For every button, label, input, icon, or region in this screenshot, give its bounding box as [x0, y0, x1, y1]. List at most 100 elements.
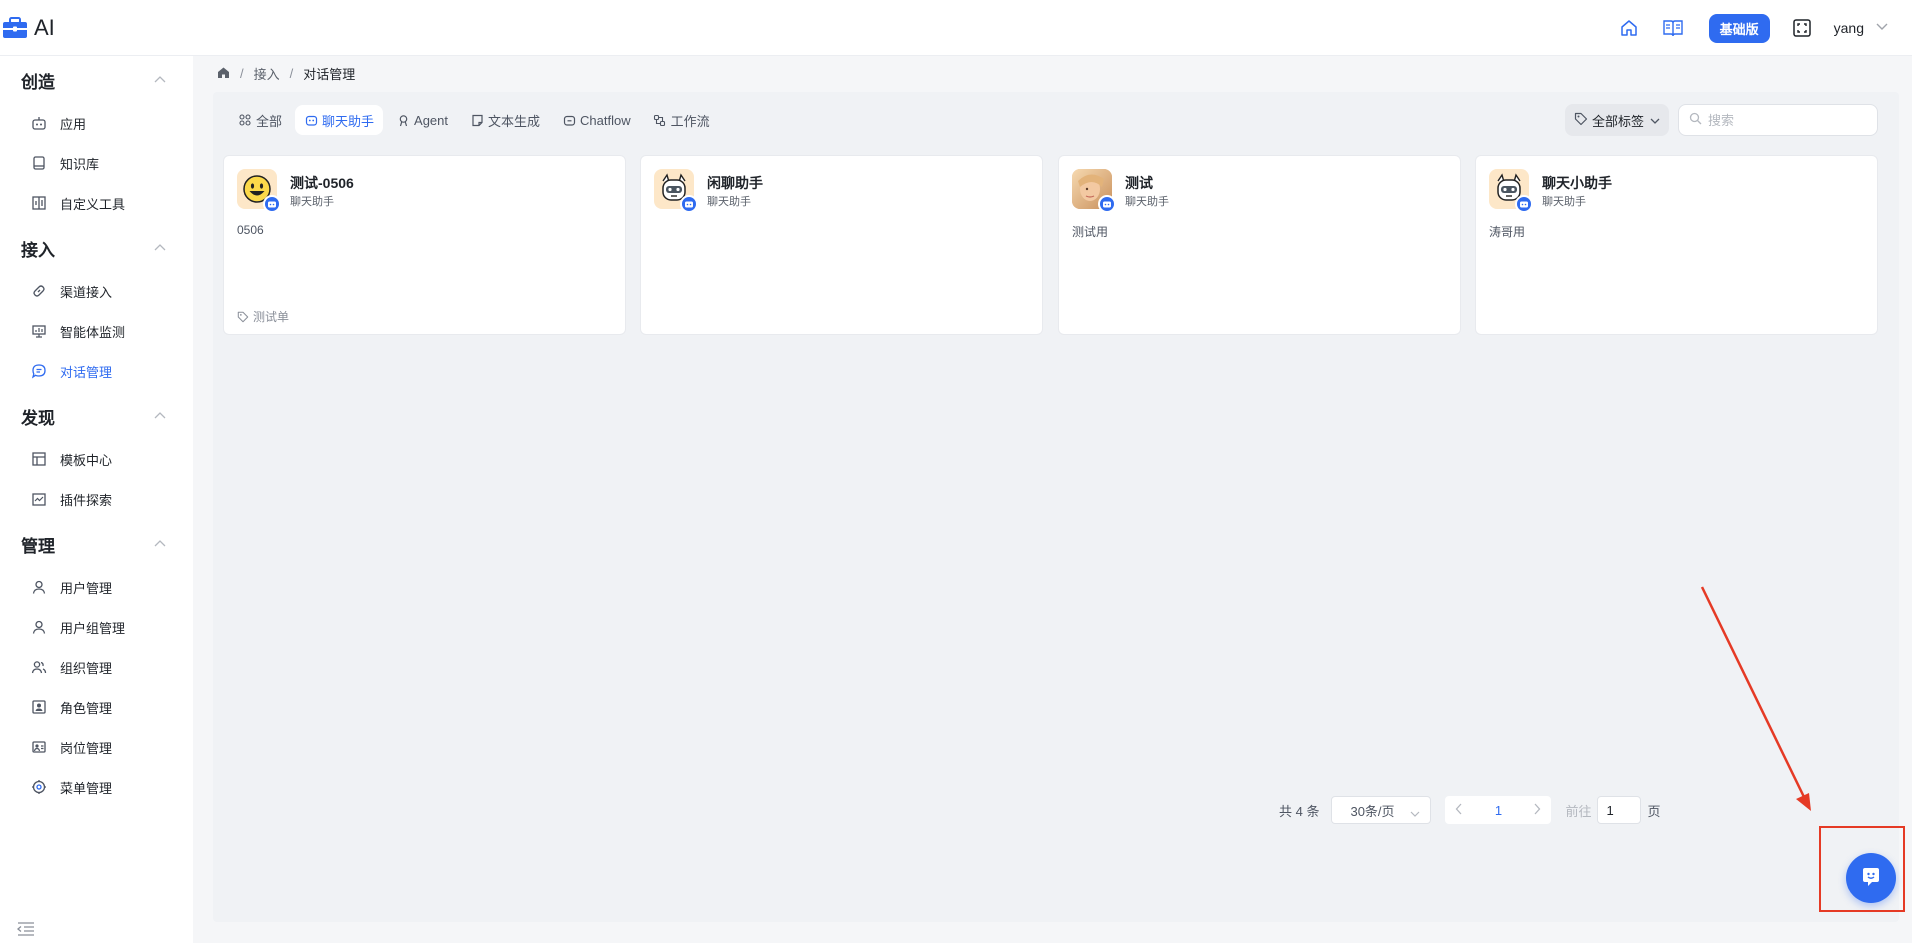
tag-filter-select[interactable]: 全部标签	[1565, 104, 1669, 136]
tab-text-generation[interactable]: 文本生成	[461, 105, 549, 135]
tab-chat-assistant[interactable]: 聊天助手	[295, 105, 384, 135]
app-avatar	[1489, 169, 1533, 213]
chatbot-badge-icon	[680, 195, 698, 213]
page-jumper: 前往 页	[1565, 796, 1661, 824]
chevron-up-icon[interactable]	[154, 242, 166, 254]
chatbot-badge-icon	[1515, 195, 1533, 213]
chatbot-badge-icon	[1098, 195, 1116, 213]
sidebar-item-label: 智能体监测	[60, 324, 126, 340]
sidebar-item-label: 渠道接入	[60, 284, 113, 300]
home-icon[interactable]	[217, 66, 230, 82]
chevron-down-icon	[1410, 806, 1420, 821]
breadcrumb-separator: /	[289, 66, 294, 81]
app-card[interactable]: 测试 聊天助手 测试用	[1058, 155, 1461, 335]
breadcrumb: / 接入 / 对话管理	[217, 64, 355, 83]
sidebar-item-channel-access[interactable]: 渠道接入	[30, 276, 112, 306]
goto-label: 前往	[1565, 803, 1592, 819]
sidebar-group-discover[interactable]: 发现	[21, 404, 55, 429]
sidebar-item-label: 岗位管理	[60, 740, 113, 756]
tag-icon	[237, 311, 249, 322]
team-icon	[30, 658, 48, 676]
sidebar-item-label: 应用	[60, 116, 87, 132]
fullscreen-icon[interactable]	[1790, 16, 1814, 40]
sidebar-item-users[interactable]: 用户管理	[30, 572, 112, 602]
pagination: 共 4 条 30条/页 1 前往 页	[1279, 796, 1661, 824]
tool-icon	[30, 194, 48, 212]
tab-label: 聊天助手	[322, 113, 375, 129]
sidebar-item-label: 对话管理	[60, 364, 113, 380]
sidebar-group-access[interactable]: 接入	[21, 236, 55, 261]
chevron-up-icon[interactable]	[154, 410, 166, 422]
tab-label: Chatflow	[580, 112, 631, 128]
store-icon	[30, 490, 48, 508]
sidebar-item-label: 用户组管理	[60, 620, 126, 636]
grid-icon	[238, 113, 252, 127]
search-input[interactable]	[1708, 112, 1868, 128]
book-icon	[30, 154, 48, 172]
sidebar-item-label: 知识库	[60, 156, 100, 172]
card-title: 聊天小助手	[1542, 175, 1612, 191]
card-type: 聊天助手	[707, 196, 751, 208]
breadcrumb-separator: /	[240, 66, 244, 81]
sidebar-item-label: 插件探索	[60, 492, 113, 508]
top-header: AI 基础版 yang	[0, 0, 1912, 56]
annotation-highlight-box	[1819, 826, 1905, 912]
chevron-down-icon	[1650, 113, 1660, 128]
tab-chatflow[interactable]: Chatflow	[553, 105, 640, 135]
next-page-icon[interactable]	[1533, 803, 1541, 818]
user-icon	[30, 618, 48, 636]
logo[interactable]: AI	[0, 15, 55, 41]
home-icon[interactable]	[1617, 16, 1641, 40]
tab-workflow[interactable]: 工作流	[644, 105, 719, 135]
tab-all[interactable]: 全部	[229, 105, 291, 135]
sidebar-item-label: 菜单管理	[60, 780, 113, 796]
tab-label: 文本生成	[488, 113, 541, 129]
sidebar-item-roles[interactable]: 角色管理	[30, 692, 112, 722]
chevron-down-icon[interactable]	[1876, 22, 1888, 34]
search-box[interactable]	[1678, 104, 1878, 136]
user-icon	[30, 578, 48, 596]
robot-icon	[30, 114, 48, 132]
book-icon[interactable]	[1661, 16, 1685, 40]
user-name[interactable]: yang	[1834, 20, 1864, 36]
pagination-total: 共 4 条	[1279, 803, 1320, 819]
card-type: 聊天助手	[1542, 196, 1586, 208]
app-card[interactable]: 闲聊助手 聊天助手	[640, 155, 1043, 335]
app-type-tabs: 全部 聊天助手 Agent 文本生成 Chatflow 工作流	[229, 105, 723, 135]
sidebar-item-agent-monitor[interactable]: 智能体监测	[30, 316, 125, 346]
prev-page-icon[interactable]	[1455, 803, 1463, 818]
sidebar-item-chat-management[interactable]: 对话管理	[30, 356, 112, 386]
sidebar-item-knowledge[interactable]: 知识库	[30, 148, 99, 178]
chatbot-icon	[304, 113, 318, 127]
page-number-current[interactable]: 1	[1495, 803, 1502, 818]
sidebar-item-organizations[interactable]: 组织管理	[30, 652, 112, 682]
tab-label: 工作流	[670, 113, 710, 129]
sidebar-item-label: 用户管理	[60, 580, 113, 596]
sidebar-item-user-groups[interactable]: 用户组管理	[30, 612, 125, 642]
chevron-up-icon[interactable]	[154, 74, 166, 86]
card-tag[interactable]: 测试单	[237, 308, 289, 325]
sidebar-item-positions[interactable]: 岗位管理	[30, 732, 112, 762]
sidebar-item-menus[interactable]: 菜单管理	[30, 772, 112, 802]
sidebar: 创造 应用 知识库 自定义工具 接入 渠道接入 智能体监测 对话管理 发现 模板…	[0, 56, 193, 943]
sidebar-group-create[interactable]: 创造	[21, 68, 55, 93]
sidebar-item-label: 组织管理	[60, 660, 113, 676]
chatflow-icon	[562, 113, 576, 127]
page-size-select[interactable]: 30条/页	[1331, 796, 1432, 824]
collapse-sidebar-icon[interactable]	[16, 921, 36, 937]
tab-agent[interactable]: Agent	[387, 105, 457, 135]
sidebar-item-custom-tools[interactable]: 自定义工具	[30, 188, 125, 218]
card-description: 涛哥用	[1489, 225, 1526, 239]
breadcrumb-item-access[interactable]: 接入	[254, 64, 280, 83]
role-icon	[30, 698, 48, 716]
card-title: 测试-0506	[290, 175, 354, 191]
goto-page-input[interactable]	[1597, 796, 1642, 824]
sidebar-item-templates[interactable]: 模板中心	[30, 444, 112, 474]
app-card[interactable]: 聊天小助手 聊天助手 涛哥用	[1475, 155, 1878, 335]
chevron-up-icon[interactable]	[154, 538, 166, 550]
sidebar-item-apps[interactable]: 应用	[30, 108, 86, 138]
sidebar-item-plugins[interactable]: 插件探索	[30, 484, 112, 514]
app-card[interactable]: 测试-0506 聊天助手 0506 测试单	[223, 155, 626, 335]
plan-badge[interactable]: 基础版	[1708, 13, 1770, 43]
sidebar-group-manage[interactable]: 管理	[21, 532, 55, 557]
